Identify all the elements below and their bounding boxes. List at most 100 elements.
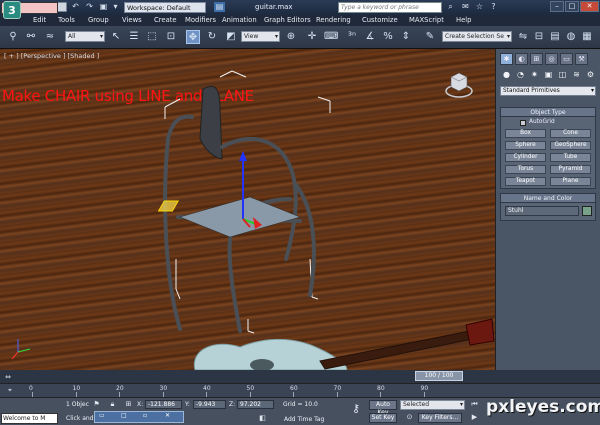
- key-filters-icon[interactable]: ⊙: [405, 413, 414, 422]
- layer-manager-icon[interactable]: ▤: [548, 30, 562, 44]
- lights-icon[interactable]: ✷: [529, 69, 540, 80]
- plane-button[interactable]: Plane: [550, 177, 591, 186]
- percent-snap-icon[interactable]: %: [381, 30, 395, 44]
- set-key-button[interactable]: Set Key: [369, 413, 397, 423]
- project-folder-icon[interactable]: ▣: [98, 2, 109, 12]
- auto-key-button[interactable]: Auto Key: [369, 400, 397, 416]
- edit-named-selection-icon[interactable]: ✎: [423, 30, 437, 44]
- cameras-icon[interactable]: ▣: [543, 69, 554, 80]
- undo-icon[interactable]: ↶: [70, 2, 81, 12]
- display-tab-icon[interactable]: ▭: [560, 53, 573, 65]
- x-coordinate-field[interactable]: -121.886: [145, 400, 182, 409]
- workspace-dropdown[interactable]: Workspace: Default: [124, 2, 206, 13]
- time-tag-icon[interactable]: ◧: [258, 414, 267, 423]
- search-input[interactable]: Type a keyword or phrase: [338, 2, 442, 13]
- helpers-icon[interactable]: ◫: [557, 69, 568, 80]
- time-slider-handle[interactable]: 100 / 100: [415, 371, 463, 381]
- restore-chip-icon[interactable]: ▭: [99, 412, 105, 419]
- systems-icon[interactable]: ⚙: [585, 69, 596, 80]
- utilities-tab-icon[interactable]: ⚒: [575, 53, 588, 65]
- set-key-icon[interactable]: ⚷: [348, 403, 364, 414]
- sphere-button[interactable]: Sphere: [505, 141, 546, 150]
- perspective-viewport[interactable]: [ + ] [Perspective ] [Shaded ] Make CHAI…: [0, 49, 495, 370]
- cone-button[interactable]: Cone: [550, 129, 591, 138]
- selection-filter-dropdown[interactable]: All: [65, 31, 105, 42]
- reference-coordinate-dropdown[interactable]: View: [241, 31, 280, 42]
- select-by-name-icon[interactable]: ☰: [127, 30, 141, 44]
- space-warps-icon[interactable]: ≋: [571, 69, 582, 80]
- quick-access-dropdown-icon[interactable]: ▾: [110, 2, 121, 12]
- isolate-selection-icon[interactable]: ⚑: [92, 400, 101, 409]
- close-chip-icon[interactable]: ✕: [165, 412, 170, 419]
- select-and-manipulate-icon[interactable]: ✛: [305, 30, 319, 44]
- menu-create[interactable]: Create: [154, 15, 177, 26]
- viewport-nav-chip[interactable]: ▭ □ ▫ ✕: [94, 411, 184, 423]
- named-selection-dropdown[interactable]: Create Selection Se: [442, 31, 512, 42]
- box-button[interactable]: Box: [505, 129, 546, 138]
- teapot-button[interactable]: Teapot: [505, 177, 546, 186]
- select-and-move-icon[interactable]: ✥: [186, 30, 200, 44]
- menu-group[interactable]: Group: [88, 15, 109, 26]
- shapes-icon[interactable]: ◔: [515, 69, 526, 80]
- help-icon[interactable]: ?: [488, 2, 499, 12]
- bind-to-space-warp-icon[interactable]: ≈: [43, 30, 57, 44]
- align-icon[interactable]: ⊟: [532, 30, 546, 44]
- app-logo-icon[interactable]: 3: [3, 1, 21, 19]
- geometry-icon[interactable]: ●: [501, 69, 512, 80]
- primitive-category-dropdown[interactable]: Standard Primitives: [500, 86, 596, 96]
- rectangular-selection-icon[interactable]: ⬚: [145, 30, 159, 44]
- cylinder-button[interactable]: Cylinder: [505, 153, 546, 162]
- hierarchy-tab-icon[interactable]: ⊞: [530, 53, 543, 65]
- modify-tab-icon[interactable]: ◐: [515, 53, 528, 65]
- z-coordinate-field[interactable]: 97.202: [237, 400, 274, 409]
- unlink-icon[interactable]: ⚯: [24, 30, 38, 44]
- menu-rendering[interactable]: Rendering: [316, 15, 351, 26]
- menu-edit[interactable]: Edit: [33, 15, 46, 26]
- object-type-title[interactable]: Object Type: [501, 108, 595, 117]
- key-mode-dropdown[interactable]: Selected: [400, 400, 465, 410]
- autogrid-checkbox[interactable]: [520, 120, 526, 126]
- playback-icon[interactable]: ▶: [470, 413, 479, 422]
- pyramid-button[interactable]: Pyramid: [550, 165, 591, 174]
- maximize-button[interactable]: □: [565, 1, 579, 12]
- key-filters-button[interactable]: Key Filters...: [418, 413, 462, 423]
- go-to-start-icon[interactable]: ⏮: [470, 400, 479, 409]
- geosphere-button[interactable]: GeoSphere: [550, 141, 591, 150]
- menu-customize[interactable]: Customize: [362, 15, 398, 26]
- pivot-center-icon[interactable]: ⊕: [284, 30, 298, 44]
- maxscript-welcome-line[interactable]: Welcome to M: [1, 413, 58, 424]
- tube-button[interactable]: Tube: [550, 153, 591, 162]
- torus-button[interactable]: Torus: [505, 165, 546, 174]
- select-and-scale-icon[interactable]: ◩: [224, 30, 238, 44]
- menu-graph-editors[interactable]: Graph Editors: [264, 15, 311, 26]
- workspace-icon[interactable]: ▤: [214, 2, 225, 12]
- binoculars-icon[interactable]: ⌕: [445, 2, 456, 12]
- spinner-snap-icon[interactable]: ⇕: [399, 30, 413, 44]
- menu-modifiers[interactable]: Modifiers: [185, 15, 216, 26]
- communication-center-icon[interactable]: ✉: [460, 2, 471, 12]
- render-setup-icon[interactable]: ▦: [580, 30, 594, 44]
- window-crossing-icon[interactable]: ⊡: [164, 30, 178, 44]
- select-object-icon[interactable]: ↖: [109, 30, 123, 44]
- redo-icon[interactable]: ↷: [84, 2, 95, 12]
- object-name-field[interactable]: Stuhl: [505, 206, 579, 216]
- select-and-link-icon[interactable]: ⚲: [6, 30, 20, 44]
- time-slider[interactable]: [0, 370, 600, 383]
- minimize-button[interactable]: –: [550, 1, 564, 12]
- track-bar-key-icon[interactable]: ⌖: [8, 386, 22, 395]
- close-button[interactable]: ✕: [580, 1, 599, 12]
- motion-tab-icon[interactable]: ◎: [545, 53, 558, 65]
- absolute-mode-icon[interactable]: ⊞: [124, 400, 133, 409]
- menu-maxscript[interactable]: MAXScript: [409, 15, 444, 26]
- material-editor-icon[interactable]: ◍: [564, 30, 578, 44]
- name-and-color-title[interactable]: Name and Color: [501, 194, 595, 203]
- menu-tools[interactable]: Tools: [58, 15, 75, 26]
- menu-views[interactable]: Views: [122, 15, 142, 26]
- menu-help[interactable]: Help: [456, 15, 472, 26]
- create-tab-icon[interactable]: ✱: [500, 53, 513, 65]
- track-bar[interactable]: [0, 383, 600, 397]
- max-chip-icon[interactable]: □: [121, 412, 127, 419]
- min-chip-icon[interactable]: ▫: [143, 412, 147, 419]
- mirror-icon[interactable]: ⇋: [516, 30, 530, 44]
- y-coordinate-field[interactable]: -9.943: [193, 400, 226, 409]
